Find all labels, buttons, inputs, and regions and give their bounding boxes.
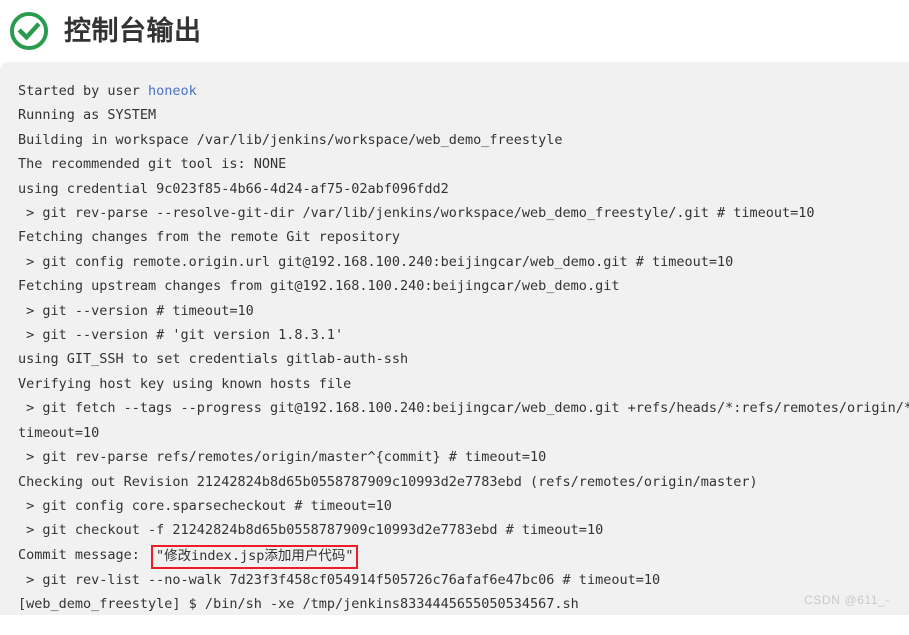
console-line: The recommended git tool is: NONE <box>18 152 909 176</box>
console-line: timeout=10 <box>18 421 909 445</box>
console-line-text: > git rev-list --no-walk 7d23f3f458cf054… <box>18 571 661 588</box>
console-line-text: Building in workspace /var/lib/jenkins/w… <box>18 131 563 148</box>
console-line-text: > git rev-parse refs/remotes/origin/mast… <box>18 449 547 466</box>
console-output[interactable]: Started by user honeok Running as SYSTEM B… <box>0 62 909 615</box>
console-line-text: Started by user <box>18 83 149 99</box>
console-line: > git --version # timeout=10 <box>18 299 909 323</box>
console-line-text: > git --version # 'git version 1.8.3.1' <box>18 327 344 344</box>
check-circle-icon <box>9 11 49 51</box>
console-line: > git rev-list --no-walk 7d23f3f458cf054… <box>18 568 909 592</box>
console-line: [web_demo_freestyle] $ /bin/sh -xe /tmp/… <box>18 592 909 615</box>
console-line-text: > git rev-parse --resolve-git-dir /var/l… <box>18 205 815 222</box>
console-line: Building in workspace /var/lib/jenkins/w… <box>18 128 909 152</box>
console-line-text: > git config core.sparsecheckout # timeo… <box>18 497 392 514</box>
user-link[interactable]: honeok <box>148 83 197 99</box>
console-line: > git rev-parse refs/remotes/origin/mast… <box>18 445 909 469</box>
console-line-text: using GIT_SSH to set credentials gitlab-… <box>18 351 409 368</box>
console-line: > git config remote.origin.url git@192.1… <box>18 250 909 274</box>
page-title: 控制台输出 <box>64 15 202 46</box>
console-line: Fetching upstream changes from git@192.1… <box>18 274 909 298</box>
console-line: using GIT_SSH to set credentials gitlab-… <box>18 347 909 371</box>
console-line: > git config core.sparsecheckout # timeo… <box>18 494 909 518</box>
console-line: Started by user honeok <box>18 79 909 103</box>
console-line: Commit message: "修改index.jsp添加用户代码" <box>18 543 909 569</box>
console-line-text: Verifying host key using known hosts fil… <box>18 375 352 392</box>
console-line-text: The recommended git tool is: NONE <box>18 156 287 173</box>
console-panel: Started by user honeok Running as SYSTEM B… <box>0 62 909 615</box>
console-line: > git rev-parse --resolve-git-dir /var/l… <box>18 201 909 225</box>
console-line-text: Fetching changes from the remote Git rep… <box>18 229 401 246</box>
console-line-text: [web_demo_freestyle] $ /bin/sh -xe /tmp/… <box>18 596 579 613</box>
console-line-text: Fetching upstream changes from git@192.1… <box>18 278 620 295</box>
console-line-text: > git checkout -f 21242824b8d65b05587879… <box>18 522 604 539</box>
console-line-text: timeout=10 <box>18 424 100 441</box>
console-line: > git fetch --tags --progress git@192.16… <box>18 396 909 420</box>
console-line: > git --version # 'git version 1.8.3.1' <box>18 323 909 347</box>
console-line-text: > git fetch --tags --progress git@192.16… <box>18 400 909 417</box>
watermark: CSDN @611_- <box>804 593 890 607</box>
console-line: > git checkout -f 21242824b8d65b05587879… <box>18 518 909 542</box>
console-line: Checking out Revision 21242824b8d65b0558… <box>18 470 909 494</box>
console-line-text: Checking out Revision 21242824b8d65b0558… <box>18 473 758 490</box>
console-line: Running as SYSTEM <box>18 103 909 127</box>
console-line: Verifying host key using known hosts fil… <box>18 372 909 396</box>
console-line-text: > git --version # timeout=10 <box>18 302 254 319</box>
commit-message-highlight: "修改index.jsp添加用户代码" <box>151 544 359 569</box>
console-line-text: > git config remote.origin.url git@192.1… <box>18 253 734 270</box>
console-line-text: using credential 9c023f85-4b66-4d24-af75… <box>18 180 449 197</box>
console-line-text: Running as SYSTEM <box>18 107 157 124</box>
console-line-text: Commit message: <box>18 546 149 563</box>
page-header: 控制台输出 <box>0 0 909 62</box>
console-line: Fetching changes from the remote Git rep… <box>18 225 909 249</box>
console-line: using credential 9c023f85-4b66-4d24-af75… <box>18 177 909 201</box>
